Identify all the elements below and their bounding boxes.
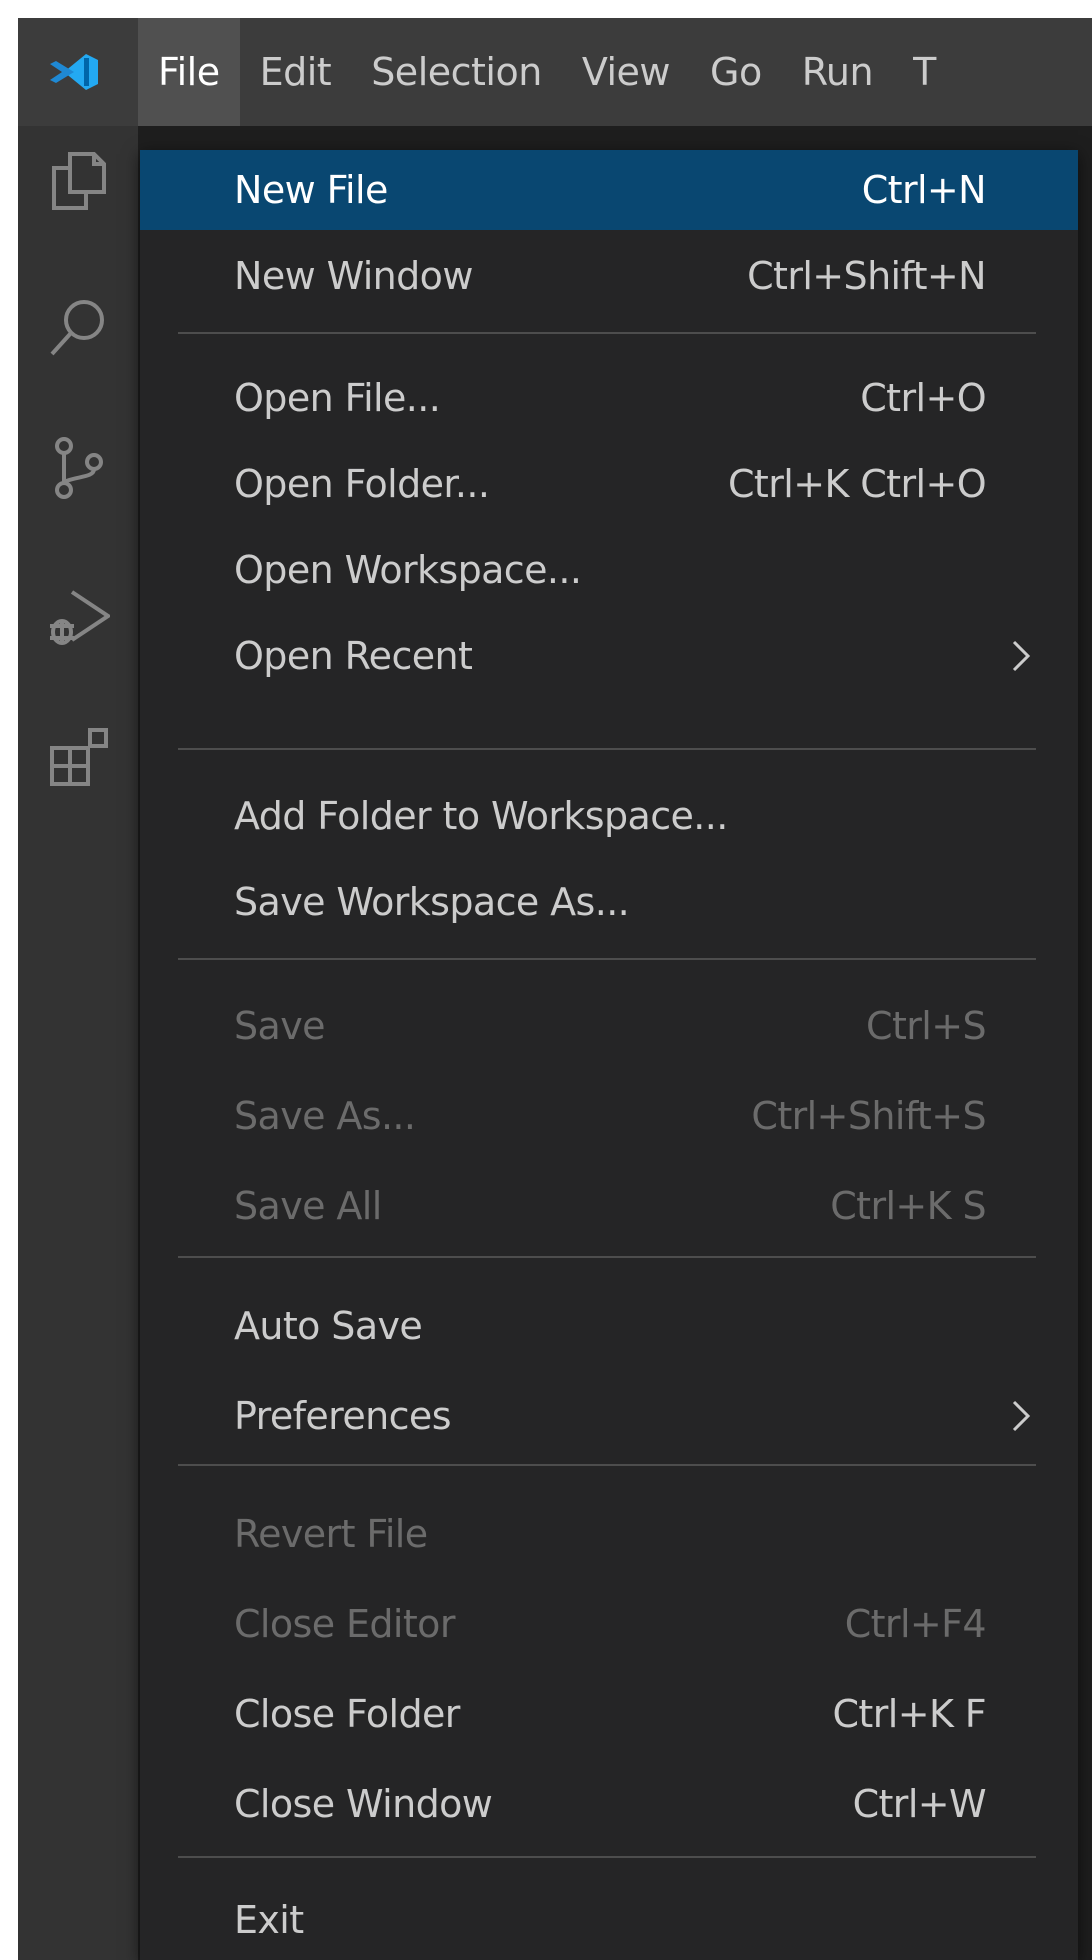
menu-item-label: Open File... [234,376,441,420]
menu-item-label: Save All [234,1184,382,1228]
menu-item-shortcut: Ctrl+Shift+N [747,254,987,298]
menu-separator [178,748,1036,750]
menu-item-save-workspace-as[interactable]: Save Workspace As... [140,862,1078,942]
chevron-right-icon [1010,1396,1034,1436]
menu-item-revert-file[interactable]: Revert File [140,1494,1078,1574]
menu-item-open-folder[interactable]: Open Folder... Ctrl+K Ctrl+O [140,444,1078,524]
menu-separator [178,1464,1036,1466]
explorer-icon[interactable] [46,148,110,212]
menu-item-save[interactable]: Save Ctrl+S [140,986,1078,1066]
menu-separator [178,332,1036,334]
menu-item-shortcut: Ctrl+K F [832,1692,986,1736]
menu-item-open-recent[interactable]: Open Recent [140,616,1078,696]
chevron-right-icon [1010,636,1034,676]
menu-item-shortcut: Ctrl+Shift+S [751,1094,986,1138]
menu-separator [178,958,1036,960]
menu-item-shortcut: Ctrl+N [861,168,987,212]
menu-item-label: Auto Save [234,1304,423,1348]
menu-item-shortcut: Ctrl+O [860,376,986,420]
menu-separator [178,1856,1036,1858]
menu-item-save-as[interactable]: Save As... Ctrl+Shift+S [140,1076,1078,1156]
vscode-logo-icon [46,52,102,92]
menu-item-label: Exit [234,1898,304,1942]
file-menu-dropdown: New File Ctrl+N New Window Ctrl+Shift+N … [140,150,1078,1960]
menu-item-open-file[interactable]: Open File... Ctrl+O [140,358,1078,438]
menu-item-label: Revert File [234,1512,428,1556]
menu-separator [178,1256,1036,1258]
menu-item-save-all[interactable]: Save All Ctrl+K S [140,1166,1078,1246]
menu-item-label: Save [234,1004,325,1048]
activity-bar [18,126,138,1960]
menu-item-label: Save Workspace As... [234,880,630,924]
menu-item-new-file[interactable]: New File Ctrl+N [140,150,1078,230]
menu-item-shortcut: Ctrl+F4 [844,1602,987,1646]
menu-item-label: Close Editor [234,1602,455,1646]
menu-item-add-folder-to-workspace[interactable]: Add Folder to Workspace... [140,776,1078,856]
menu-item-label: Open Recent [234,634,473,678]
menu-items: File Edit Selection View Go Run T [138,18,956,126]
menu-selection[interactable]: Selection [351,18,562,126]
menu-item-open-workspace[interactable]: Open Workspace... [140,530,1078,610]
menu-run[interactable]: Run [782,18,893,126]
vscode-window: File Edit Selection View Go Run T New Fi… [18,18,1092,1960]
menu-item-label: Save As... [234,1094,416,1138]
menu-item-label: New Window [234,254,473,298]
menu-view[interactable]: View [562,18,690,126]
menu-item-label: Close Window [234,1782,493,1826]
menu-item-close-folder[interactable]: Close Folder Ctrl+K F [140,1674,1078,1754]
menu-item-shortcut: Ctrl+S [866,1004,987,1048]
source-control-icon[interactable] [46,436,110,500]
menu-item-label: Open Workspace... [234,548,582,592]
menu-terminal[interactable]: T [893,18,956,126]
extensions-icon[interactable] [46,726,110,790]
menu-item-label: Add Folder to Workspace... [234,794,728,838]
menu-item-shortcut: Ctrl+K Ctrl+O [727,462,987,506]
menu-item-label: New File [234,168,388,212]
menu-item-exit[interactable]: Exit [140,1880,1078,1960]
menu-item-close-editor[interactable]: Close Editor Ctrl+F4 [140,1584,1078,1664]
menu-item-shortcut: Ctrl+K S [830,1184,986,1228]
menu-item-shortcut: Ctrl+W [852,1782,987,1826]
menu-bar: File Edit Selection View Go Run T [18,18,1092,126]
menu-go[interactable]: Go [690,18,782,126]
menu-item-new-window[interactable]: New Window Ctrl+Shift+N [140,236,1078,316]
search-icon[interactable] [46,296,110,360]
menu-item-auto-save[interactable]: Auto Save [140,1286,1078,1366]
run-debug-icon[interactable] [46,586,112,650]
menu-item-label: Open Folder... [234,462,490,506]
menu-edit[interactable]: Edit [240,18,352,126]
menu-item-close-window[interactable]: Close Window Ctrl+W [140,1764,1078,1844]
menu-item-preferences[interactable]: Preferences [140,1376,1078,1456]
menu-item-label: Close Folder [234,1692,460,1736]
menu-file[interactable]: File [138,18,240,126]
menu-item-label: Preferences [234,1394,452,1438]
